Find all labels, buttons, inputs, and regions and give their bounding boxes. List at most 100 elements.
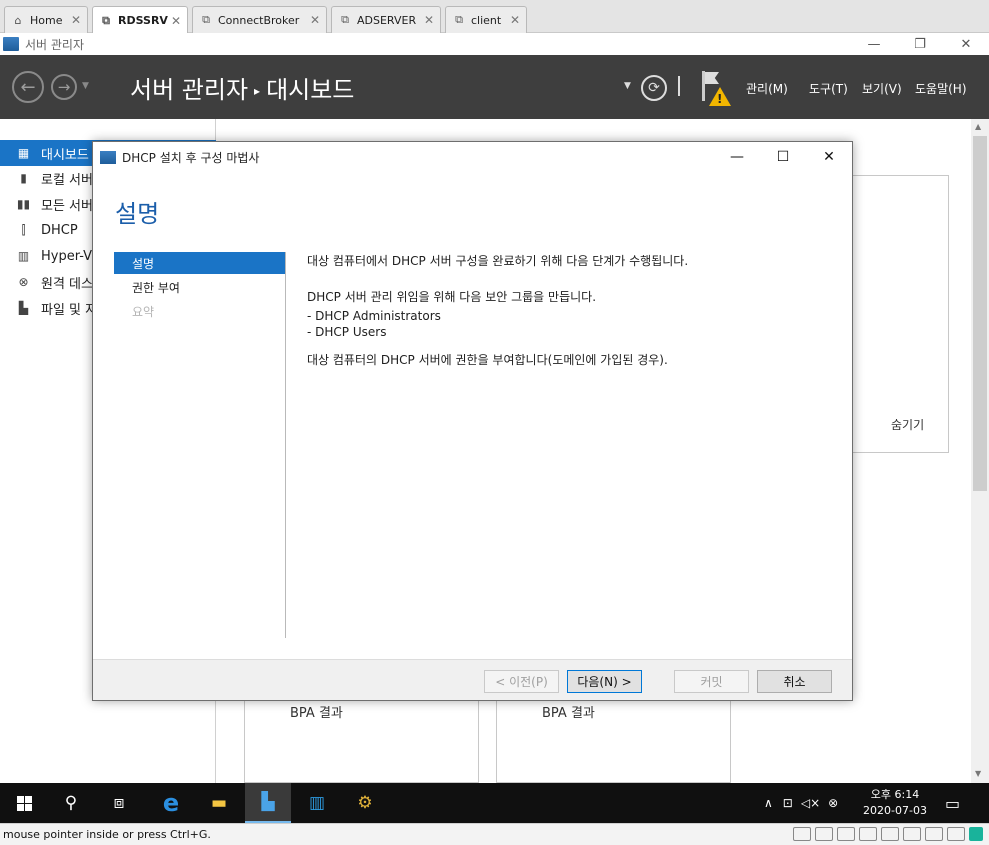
server-manager-taskbar-button[interactable]: ▙	[245, 783, 291, 823]
window-title: 서버 관리자	[25, 37, 85, 52]
breadcrumb-arrow-icon: ▸	[254, 84, 261, 98]
sidebar-item-label: DHCP	[41, 222, 78, 238]
forward-button[interactable]: →	[51, 74, 77, 100]
chevron-down-icon[interactable]: ▼	[624, 81, 631, 91]
dashboard-icon: ▦	[17, 146, 30, 160]
cd-icon[interactable]	[837, 827, 855, 841]
taskbar: ⚲ ⧈ e ▬ ▙ ▥ ⚙ ∧ ⊡ ◁× ⊗ 오후 6:14 2020-07-0…	[0, 783, 989, 823]
wizard-step-summary: 요약	[132, 304, 155, 319]
action-center-icon[interactable]: ▭	[945, 783, 960, 823]
bpa-results-label: BPA 결과	[290, 706, 343, 721]
tab-adserver[interactable]: ⧉ ADSERVER ✕	[331, 6, 441, 33]
server-manager-icon: ▙	[261, 792, 275, 812]
close-button[interactable]: ✕	[943, 33, 989, 55]
maximize-button[interactable]: ☐	[760, 142, 806, 172]
security-group-2: - DHCP Users	[307, 325, 387, 339]
description-line-3: 대상 컴퓨터의 DHCP 서버에 권한을 부여합니다(도메인에 가입된 경우).	[307, 353, 668, 367]
description-line-1: 대상 컴퓨터에서 DHCP 서버 구성을 완료하기 위해 다음 단계가 수행됩니…	[307, 254, 689, 268]
chevron-down-icon[interactable]: ▼	[82, 81, 89, 91]
next-button[interactable]: 다음(N) >	[567, 670, 642, 693]
file-explorer-button[interactable]: ▬	[196, 783, 242, 823]
menu-help[interactable]: 도움말(H)	[915, 80, 967, 97]
file-storage-icon: ▙	[18, 301, 29, 315]
server-manager-icon	[3, 37, 19, 51]
wizard-step-authorization[interactable]: 권한 부여	[114, 276, 285, 298]
display-icon[interactable]	[947, 827, 965, 841]
back-button[interactable]: ←	[12, 71, 44, 103]
description-line-2: DHCP 서버 관리 위임을 위해 다음 보안 그룹을 만듭니다.	[307, 290, 597, 304]
bpa-results-label: BPA 결과	[542, 706, 595, 721]
refresh-icon[interactable]: ⟳	[641, 75, 667, 101]
vm-icon: ⧉	[341, 13, 349, 26]
close-icon[interactable]: ✕	[510, 13, 520, 27]
device-icons	[789, 827, 965, 841]
app-button[interactable]: ▥	[294, 783, 340, 823]
wizard-heading: 설명	[115, 200, 160, 228]
server-tile[interactable]: BPA 결과	[244, 700, 479, 783]
tab-label: RDSSRV	[118, 14, 168, 27]
tab-connectbroker[interactable]: ⧉ ConnectBroker ✕	[192, 6, 327, 33]
welcome-panel	[852, 175, 949, 453]
status-text: mouse pointer inside or press Ctrl+G.	[3, 828, 211, 841]
tab-rdssrv[interactable]: ⧉ RDSSRV ✕	[92, 6, 188, 34]
tab-label: Home	[30, 13, 63, 27]
menu-view[interactable]: 보기(V)	[862, 80, 902, 97]
close-icon[interactable]: ✕	[71, 13, 81, 27]
hdd-icon[interactable]	[815, 827, 833, 841]
server-manager-header: ← → ▼ 서버 관리자 ▸ 대시보드 ▼ ⟳ ! 관리(M) 도구(T) 보기(V…	[0, 55, 989, 119]
date: 2020-07-03	[863, 804, 927, 817]
commit-button[interactable]: 커밋	[674, 670, 749, 693]
task-view-icon: ⧈	[113, 793, 125, 813]
vm-icon: ⧉	[102, 13, 110, 27]
volume-muted-icon[interactable]: ◁×	[801, 796, 820, 810]
menu-manage[interactable]: 관리(M)	[746, 80, 788, 97]
start-button[interactable]	[1, 783, 47, 823]
close-icon[interactable]: ✕	[310, 13, 320, 27]
scroll-up-icon[interactable]: ▲	[975, 122, 981, 131]
folder-icon: ▬	[210, 793, 228, 813]
search-icon: ⚲	[64, 793, 78, 813]
close-icon[interactable]: ✕	[171, 14, 181, 28]
vm-tab-strip: ⌂ Home ✕ ⧉ RDSSRV ✕ ⧉ ConnectBroker ✕ ⧉ …	[0, 0, 989, 34]
usb-icon[interactable]	[903, 827, 921, 841]
hyperv-icon: ▥	[17, 249, 30, 263]
vm-icon: ⧉	[202, 13, 210, 26]
scroll-down-icon[interactable]: ▼	[975, 769, 981, 778]
server-manager-icon	[100, 150, 116, 164]
tab-home[interactable]: ⌂ Home ✕	[4, 6, 88, 33]
network-icon[interactable]	[859, 827, 877, 841]
restore-button[interactable]: ❐	[897, 33, 943, 55]
status-indicator-icon[interactable]	[969, 827, 983, 841]
tab-client[interactable]: ⧉ client ✕	[445, 6, 527, 33]
servers-icon: ▮▮	[16, 197, 31, 211]
vertical-scrollbar[interactable]: ▲ ▼	[971, 119, 989, 783]
internet-explorer-button[interactable]: e	[148, 783, 194, 823]
cancel-button[interactable]: 취소	[757, 670, 832, 693]
divider	[678, 76, 680, 96]
security-group-1: - DHCP Administrators	[307, 309, 441, 323]
minimize-button[interactable]: —	[714, 142, 760, 172]
close-button[interactable]: ✕	[806, 142, 852, 172]
dialog-footer: < 이전(P) 다음(N) > 커밋 취소	[93, 659, 852, 700]
hide-link[interactable]: 숨기기	[891, 416, 924, 433]
menu-tools[interactable]: 도구(T)	[809, 80, 848, 97]
hdd-icon[interactable]	[793, 827, 811, 841]
wizard-step-description[interactable]: 설명	[114, 252, 285, 274]
error-icon[interactable]: ⊗	[828, 796, 838, 810]
clock[interactable]: 오후 6:14 2020-07-03	[860, 787, 930, 819]
task-view-button[interactable]: ⧈	[96, 783, 142, 823]
close-icon[interactable]: ✕	[424, 13, 434, 27]
server-tile[interactable]: BPA 결과	[496, 700, 731, 783]
scrollbar-thumb[interactable]	[973, 136, 987, 491]
search-button[interactable]: ⚲	[48, 783, 94, 823]
notifications-flag-icon[interactable]: !	[700, 71, 732, 107]
app-button[interactable]: ⚙	[342, 783, 388, 823]
chevron-up-icon[interactable]: ∧	[764, 796, 773, 810]
breadcrumb-app: 서버 관리자	[130, 76, 249, 104]
printer-icon[interactable]	[881, 827, 899, 841]
audio-icon[interactable]	[925, 827, 943, 841]
remote-desktop-icon: ⊗	[18, 275, 29, 289]
minimize-button[interactable]: —	[851, 33, 897, 55]
previous-button[interactable]: < 이전(P)	[484, 670, 559, 693]
network-icon[interactable]: ⊡	[783, 796, 793, 810]
